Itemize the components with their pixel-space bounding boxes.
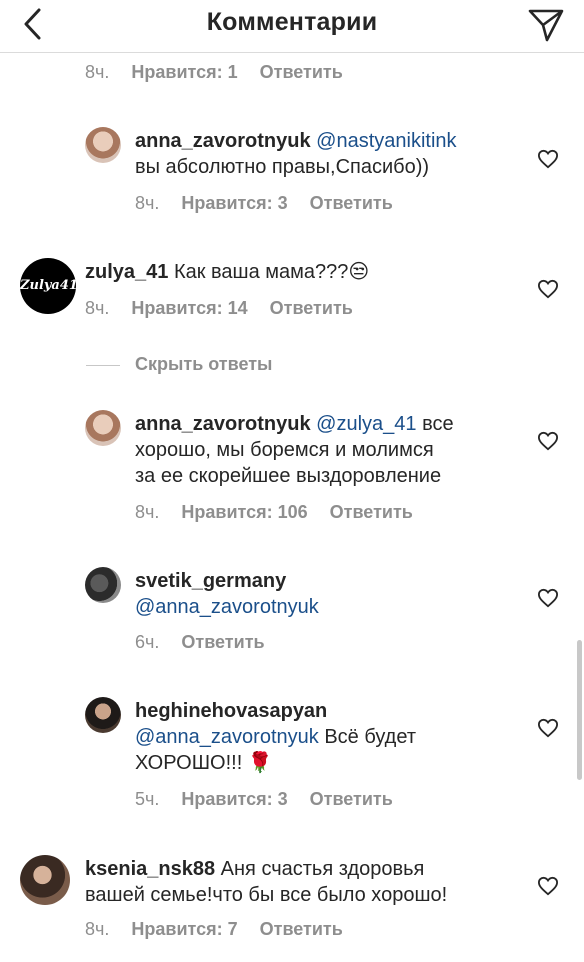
send-button[interactable]: [526, 4, 566, 44]
hide-replies-button[interactable]: Скрыть ответы: [135, 354, 272, 375]
comment-body: heghinehovasapyan @anna_zavorotnyuk Всё …: [135, 698, 525, 776]
paper-plane-icon: [528, 9, 564, 42]
mention-link[interactable]: @zulya_41: [316, 413, 416, 435]
comment-meta: 8ч. Нравится: 7 Ответить: [85, 919, 343, 940]
heart-icon[interactable]: [537, 718, 559, 738]
comment-time: 8ч.: [135, 502, 160, 522]
comment-text: все: [422, 413, 454, 435]
comment-text: вашей семье!что бы все было хорошо!: [85, 884, 448, 906]
heart-icon[interactable]: [537, 431, 559, 451]
avatar[interactable]: [85, 410, 121, 446]
comment-meta: 8ч. Нравится: 3 Ответить: [135, 193, 393, 214]
likes-count[interactable]: Нравится: 3: [181, 789, 287, 809]
scrollbar[interactable]: [577, 640, 582, 780]
comment-time: 8ч.: [85, 919, 110, 939]
comment-time: 8ч.: [85, 62, 110, 82]
mention-link[interactable]: @anna_zavorotnyuk: [135, 596, 319, 618]
comment-body: zulya_41 Как ваша мама???😒: [85, 259, 525, 285]
unamused-emoji: 😒: [348, 261, 370, 283]
comment-text: ХОРОШО!!!: [135, 752, 243, 774]
comment-time: 6ч.: [135, 632, 160, 652]
comment-time: 8ч.: [85, 298, 110, 318]
heart-icon[interactable]: [537, 588, 559, 608]
comment-body: anna_zavorotnyuk @zulya_41 все хорошо, м…: [135, 411, 535, 489]
heart-icon[interactable]: [537, 876, 559, 896]
username[interactable]: ksenia_nsk88: [85, 858, 215, 880]
username[interactable]: anna_zavorotnyuk: [135, 130, 311, 152]
comment-text: Всё будет: [324, 726, 416, 748]
comment-text: вы абсолютно правы,Спасибо)): [135, 156, 430, 178]
comment-body: svetik_germany @anna_zavorotnyuk: [135, 568, 525, 620]
mention-link[interactable]: @anna_zavorotnyuk: [135, 726, 319, 748]
comment-meta: 6ч. Ответить: [135, 632, 265, 653]
reply-button[interactable]: Ответить: [310, 789, 393, 809]
avatar[interactable]: [20, 855, 70, 905]
username[interactable]: zulya_41: [85, 261, 168, 283]
reply-button[interactable]: Ответить: [330, 502, 413, 522]
avatar[interactable]: [85, 127, 121, 163]
reply-button[interactable]: Ответить: [270, 298, 353, 318]
reply-button[interactable]: Ответить: [260, 62, 343, 82]
avatar[interactable]: [85, 697, 121, 733]
rose-emoji: 🌹: [247, 752, 273, 774]
comment-time: 8ч.: [135, 193, 160, 213]
comment-text: хорошо, мы боремся и молимся: [135, 439, 434, 461]
comment-meta: 8ч. Нравится: 106 Ответить: [135, 502, 413, 523]
comment-body: ksenia_nsk88 Аня счастья здоровья вашей …: [85, 856, 525, 908]
username[interactable]: anna_zavorotnyuk: [135, 413, 311, 435]
avatar-logo-text: Zulya41: [20, 278, 76, 293]
reply-button[interactable]: Ответить: [181, 632, 264, 652]
comment-body: anna_zavorotnyuk @nastyanikitink вы абсо…: [135, 128, 525, 180]
username[interactable]: svetik_germany: [135, 570, 286, 592]
header-bar: Комментарии: [0, 0, 584, 53]
comment-text: за ее скорейшее выздоровление: [135, 465, 442, 487]
comment-text: Как ваша мама???: [173, 261, 349, 283]
likes-count[interactable]: Нравится: 106: [181, 502, 307, 522]
avatar[interactable]: [85, 567, 121, 603]
comment-time: 5ч.: [135, 789, 160, 809]
comment-meta: 8ч. Нравится: 14 Ответить: [85, 298, 353, 319]
heart-icon[interactable]: [537, 279, 559, 299]
reply-button[interactable]: Ответить: [260, 919, 343, 939]
heart-icon[interactable]: [537, 149, 559, 169]
comment-meta: 8ч. Нравится: 1 Ответить: [85, 62, 343, 83]
likes-count[interactable]: Нравится: 3: [181, 193, 287, 213]
page-title: Комментарии: [206, 8, 378, 36]
comment-text: Аня счастья здоровья: [220, 858, 425, 880]
likes-count[interactable]: Нравится: 7: [131, 919, 237, 939]
comment-meta: 5ч. Нравится: 3 Ответить: [135, 789, 393, 810]
mention-link[interactable]: @nastyanikitink: [316, 130, 456, 152]
avatar[interactable]: Zulya41: [20, 258, 76, 314]
likes-count[interactable]: Нравится: 1: [131, 62, 237, 82]
reply-button[interactable]: Ответить: [310, 193, 393, 213]
likes-count[interactable]: Нравится: 14: [131, 298, 247, 318]
divider-line: [86, 365, 120, 366]
username[interactable]: heghinehovasapyan: [135, 700, 327, 722]
